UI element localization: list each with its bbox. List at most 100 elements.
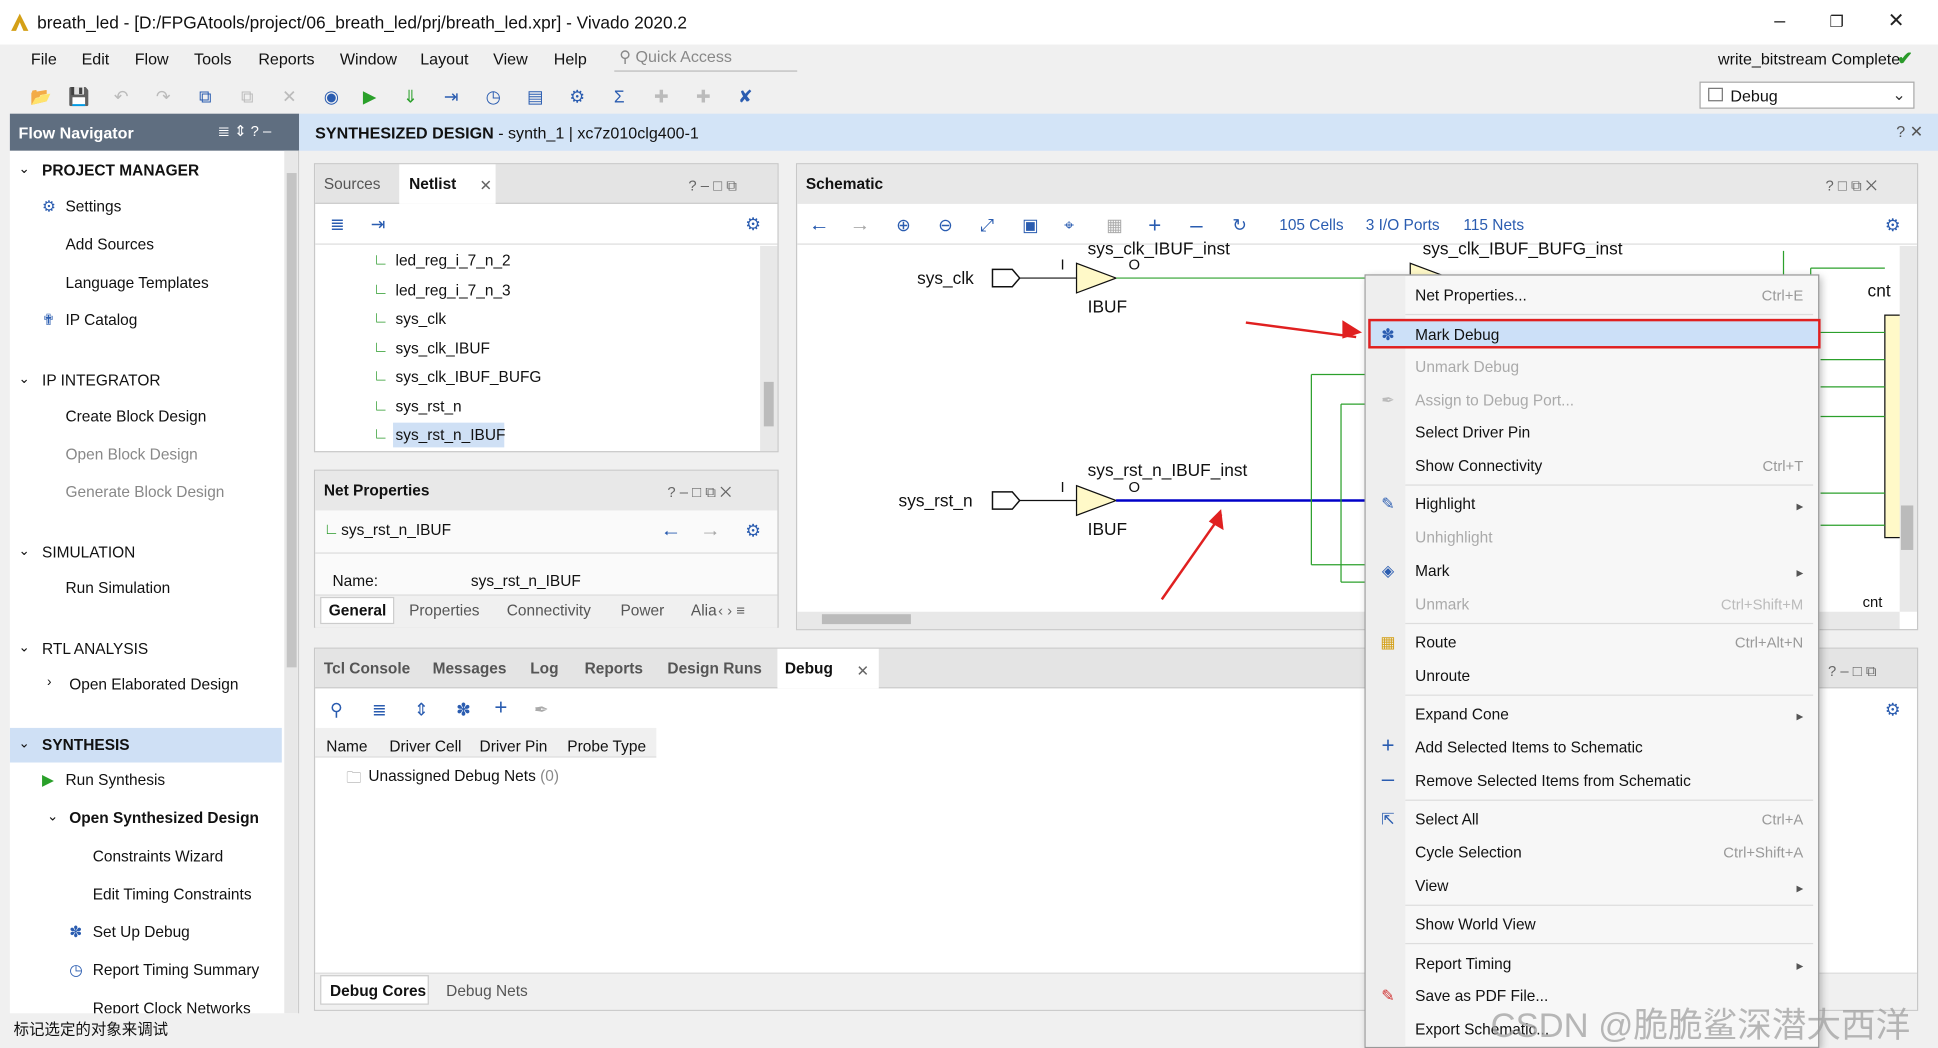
zoom-area-icon[interactable]: ▣ [1022, 215, 1038, 236]
panel-window-icons[interactable]: ? – □ ⧉ ✕ [667, 483, 731, 502]
menu-window[interactable]: Window [340, 49, 397, 68]
implement-icon[interactable]: ⇥ [439, 84, 464, 109]
sigma-icon[interactable]: Σ [607, 84, 632, 109]
search-icon[interactable]: ⚲ [330, 699, 343, 720]
bug-icon[interactable]: ✽ [456, 699, 471, 720]
paste-icon[interactable]: ⧉ [235, 84, 260, 109]
nav-add-sources[interactable]: Add Sources [66, 236, 154, 253]
assign-icon[interactable]: ✒ [534, 699, 549, 720]
section-ip-integrator[interactable]: IP INTEGRATOR [42, 372, 160, 389]
cnt-label[interactable]: cnt [1868, 281, 1891, 301]
menu-route[interactable]: Route [1415, 634, 1456, 651]
menu-view[interactable]: View [1415, 877, 1448, 894]
panel-window-icons[interactable]: ? – □ ⧉ [1828, 662, 1876, 681]
zoom-in-icon[interactable]: ⊕ [896, 215, 911, 236]
layout-select[interactable]: Debug ⌄ [1699, 81, 1915, 109]
add-icon[interactable]: + [1148, 213, 1161, 239]
menu-remove-selected[interactable]: Remove Selected Items from Schematic [1415, 772, 1691, 789]
menu-assign-debug-port[interactable]: Assign to Debug Port... [1415, 392, 1574, 409]
menu-select-all[interactable]: Select All [1415, 811, 1479, 828]
schematic-vscroll-thumb[interactable] [1900, 505, 1914, 550]
menu-file[interactable]: File [31, 49, 57, 68]
port-sys-rst-n[interactable]: sys_rst_n [899, 491, 973, 511]
net-item[interactable]: led_reg_i_7_n_2 [396, 252, 511, 269]
program-icon[interactable]: ⇓ [398, 84, 423, 109]
run-icon[interactable]: ▶ [357, 84, 382, 109]
gear-icon[interactable]: ⚙ [565, 84, 590, 109]
net-item[interactable]: sys_rst_n [396, 398, 462, 415]
report-icon[interactable]: ▤ [523, 84, 548, 109]
delete-icon[interactable]: ✕ [277, 84, 302, 109]
cnt-label-2[interactable]: cnt [1863, 593, 1883, 610]
back-arrow-icon[interactable]: 🠀 [664, 520, 678, 550]
expand-icon[interactable]: › [47, 675, 52, 690]
menu-unmark-debug[interactable]: Unmark Debug [1415, 358, 1519, 375]
tab-scroll-icons[interactable]: ‹ › ≡ [718, 602, 745, 619]
panel-window-icons[interactable]: ? – □ ⧉ [688, 177, 736, 196]
nav-constraints-wizard[interactable]: Constraints Wizard [93, 848, 224, 865]
menu-highlight[interactable]: Highlight [1415, 496, 1475, 513]
tab-tcl-console[interactable]: Tcl Console [324, 660, 410, 677]
expand-all-icon[interactable]: ⇕ [414, 699, 429, 720]
tab-reports[interactable]: Reports [585, 660, 643, 677]
ports-link[interactable]: 3 I/O Ports [1366, 216, 1440, 233]
col-driver-pin[interactable]: Driver Pin [480, 738, 548, 755]
forward-arrow-icon[interactable]: 🠂 [703, 520, 717, 550]
help-close-icons[interactable]: ? ✕ [1896, 122, 1923, 142]
tab-connectivity[interactable]: Connectivity [507, 602, 591, 619]
gear-icon[interactable]: ⚙ [1885, 215, 1901, 236]
tab-netlist[interactable]: Netlist [409, 175, 456, 192]
target-icon[interactable]: ⌖ [1064, 215, 1074, 236]
tab-power[interactable]: Power [620, 602, 664, 619]
minimize-button[interactable]: – [1762, 7, 1797, 37]
menu-reports[interactable]: Reports [258, 49, 314, 68]
col-driver-cell[interactable]: Driver Cell [389, 738, 461, 755]
ibuf-rst-inst-label[interactable]: sys_rst_n_IBUF_inst [1088, 460, 1248, 480]
menu-select-driver-pin[interactable]: Select Driver Pin [1415, 424, 1530, 441]
open-project-icon[interactable]: 📂 [28, 84, 53, 109]
collapse-icon[interactable]: ⌄ [19, 371, 30, 387]
tab-properties[interactable]: Properties [409, 602, 479, 619]
tab-design-runs[interactable]: Design Runs [667, 660, 761, 677]
back-arrow-icon[interactable]: 🠀 [812, 215, 826, 245]
tab-sources[interactable]: Sources [324, 175, 381, 192]
menu-flow[interactable]: Flow [135, 49, 169, 68]
menu-unhighlight[interactable]: Unhighlight [1415, 529, 1492, 546]
close-icon[interactable]: ✕ [480, 177, 492, 194]
schematic-hscroll-thumb[interactable] [821, 614, 911, 625]
nav-edit-timing-constraints[interactable]: Edit Timing Constraints [93, 886, 252, 903]
nav-create-block-design[interactable]: Create Block Design [66, 408, 207, 425]
tab-aliases[interactable]: Alia [691, 602, 717, 619]
collapse-all-icon[interactable]: ≣ [330, 214, 345, 235]
menu-mark[interactable]: Mark [1415, 562, 1449, 579]
nav-run-synthesis[interactable]: Run Synthesis [66, 771, 166, 788]
menu-net-properties[interactable]: Net Properties... [1415, 287, 1527, 304]
binoculars-icon[interactable]: ◉ [319, 84, 344, 109]
net-item[interactable]: sys_clk_IBUF [396, 340, 490, 357]
section-rtl-analysis[interactable]: RTL ANALYSIS [42, 640, 148, 657]
undo-icon[interactable]: ↶ [109, 84, 134, 109]
menu-unmark[interactable]: Unmark [1415, 596, 1469, 613]
tab-debug-nets[interactable]: Debug Nets [446, 983, 528, 1000]
zoom-out-icon[interactable]: ⊖ [938, 215, 953, 236]
nav-ip-catalog[interactable]: IP Catalog [66, 311, 138, 328]
menu-help[interactable]: Help [554, 49, 587, 68]
minus-icon[interactable]: – [1190, 213, 1202, 239]
menu-layout[interactable]: Layout [420, 49, 468, 68]
close-window-button[interactable]: ✕ [1879, 7, 1914, 37]
tab-debug[interactable]: Debug [785, 660, 833, 677]
tool-icon[interactable]: ✚ [649, 84, 674, 109]
tab-messages[interactable]: Messages [433, 660, 507, 677]
cells-link[interactable]: 105 Cells [1279, 216, 1343, 233]
menu-view[interactable]: View [493, 49, 528, 68]
expand-all-icon[interactable]: ⇥ [371, 214, 386, 235]
netlist-scroll-thumb[interactable] [763, 381, 774, 427]
refresh-icon[interactable]: ↻ [1232, 215, 1247, 236]
nav-set-up-debug[interactable]: Set Up Debug [93, 923, 190, 940]
col-name[interactable]: Name [326, 738, 367, 755]
col-probe-type[interactable]: Probe Type [567, 738, 646, 755]
ibuf-clk-inst-label[interactable]: sys_clk_IBUF_inst [1088, 239, 1230, 259]
nav-open-elaborated-design[interactable]: Open Elaborated Design [69, 676, 238, 693]
nav-open-synthesized-design[interactable]: Open Synthesized Design [69, 809, 259, 826]
save-icon[interactable]: 💾 [67, 84, 92, 109]
